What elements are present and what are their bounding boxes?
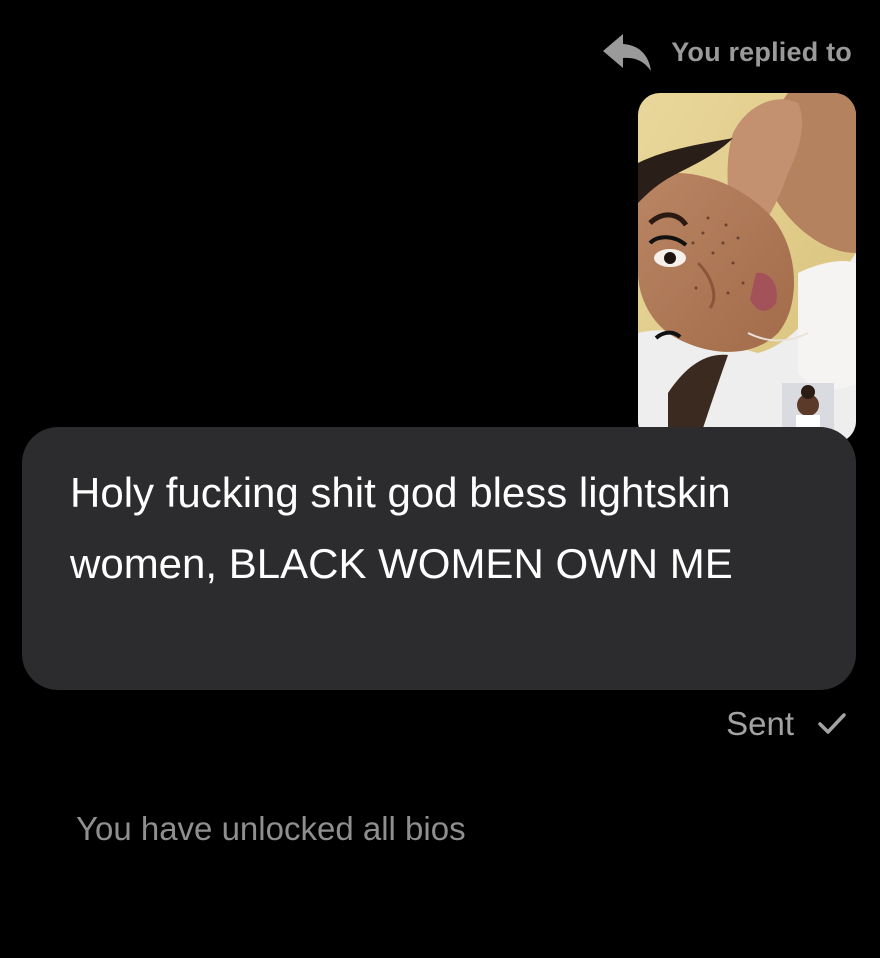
- unlocked-bios-note: You have unlocked all bios: [76, 810, 466, 847]
- reply-header-label: You replied to: [671, 36, 852, 67]
- message-bubble[interactable]: Holy fucking shit god bless lightskin wo…: [22, 427, 856, 690]
- reply-arrow-icon: [603, 34, 652, 71]
- reply-header: You replied to: [601, 30, 852, 74]
- replied-story-thumbnail[interactable]: [638, 93, 856, 443]
- sent-status-label: Sent: [726, 705, 794, 742]
- message-text: Holy fucking shit god bless lightskin wo…: [70, 469, 733, 587]
- message-status: Sent: [726, 705, 848, 743]
- avatar-thumbnail: [782, 383, 834, 429]
- checkmark-icon: [818, 713, 846, 734]
